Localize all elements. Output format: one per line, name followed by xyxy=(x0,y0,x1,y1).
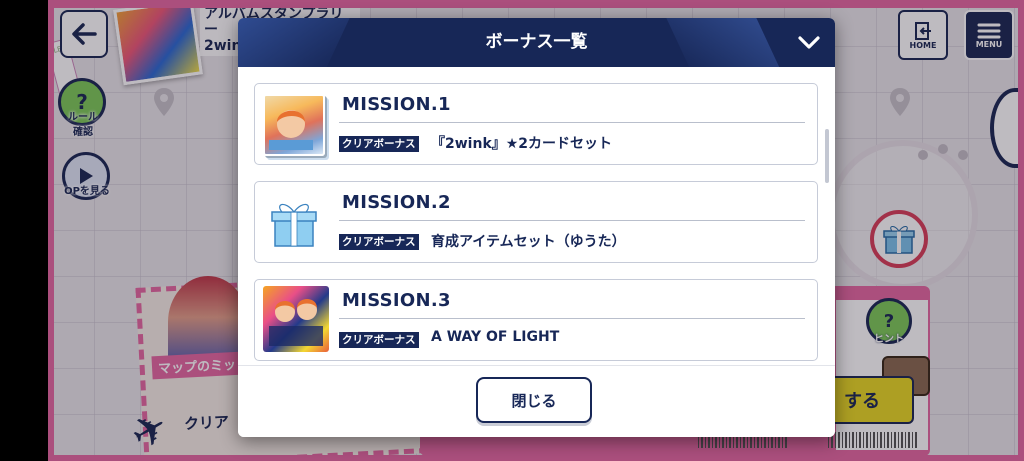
gift-icon xyxy=(271,203,317,247)
album-jacket-thumbnail xyxy=(263,286,329,352)
modal-footer: 閉じる xyxy=(238,365,835,437)
collapse-button[interactable] xyxy=(795,30,823,56)
bonus-reward: 『2wink』★2カードセット xyxy=(431,136,613,152)
bonus-reward: 育成アイテムセット（ゆうた） xyxy=(431,234,626,250)
clear-bonus-badge: クリアボーナス xyxy=(339,234,419,250)
divider xyxy=(339,220,805,221)
modal-title: ボーナス一覧 xyxy=(485,32,588,52)
mission-card[interactable]: MISSION.2 クリアボーナス 育成アイテムセット（ゆうた） xyxy=(254,181,818,263)
mission-title: MISSION.3 xyxy=(342,290,451,311)
close-button[interactable]: 閉じる xyxy=(476,377,592,423)
mission-card[interactable]: MISSION.1 クリアボーナス 『2wink』★2カードセット xyxy=(254,83,818,165)
chevron-down-icon xyxy=(798,36,820,49)
modal-header: ボーナス一覧 xyxy=(238,18,835,67)
clear-bonus-badge: クリアボーナス xyxy=(339,332,419,348)
mission-card[interactable]: MISSION.3 クリアボーナス A WAY OF LIGHT xyxy=(254,279,818,361)
scrollbar[interactable] xyxy=(825,129,829,183)
gift-box-thumbnail xyxy=(263,192,325,254)
clear-bonus-badge: クリアボーナス xyxy=(339,136,419,152)
mission-title: MISSION.1 xyxy=(342,94,451,115)
bonus-list-modal: ボーナス一覧 MISSION.1 クリアボーナス 『2wink』★2カードセット xyxy=(238,18,835,437)
mission-title: MISSION.2 xyxy=(342,192,451,213)
divider xyxy=(339,122,805,123)
bonus-reward: A WAY OF LIGHT xyxy=(431,329,560,345)
mission-list[interactable]: MISSION.1 クリアボーナス 『2wink』★2カードセット MISSIO… xyxy=(238,67,835,365)
divider xyxy=(339,318,805,319)
card-set-thumbnail xyxy=(263,94,325,156)
